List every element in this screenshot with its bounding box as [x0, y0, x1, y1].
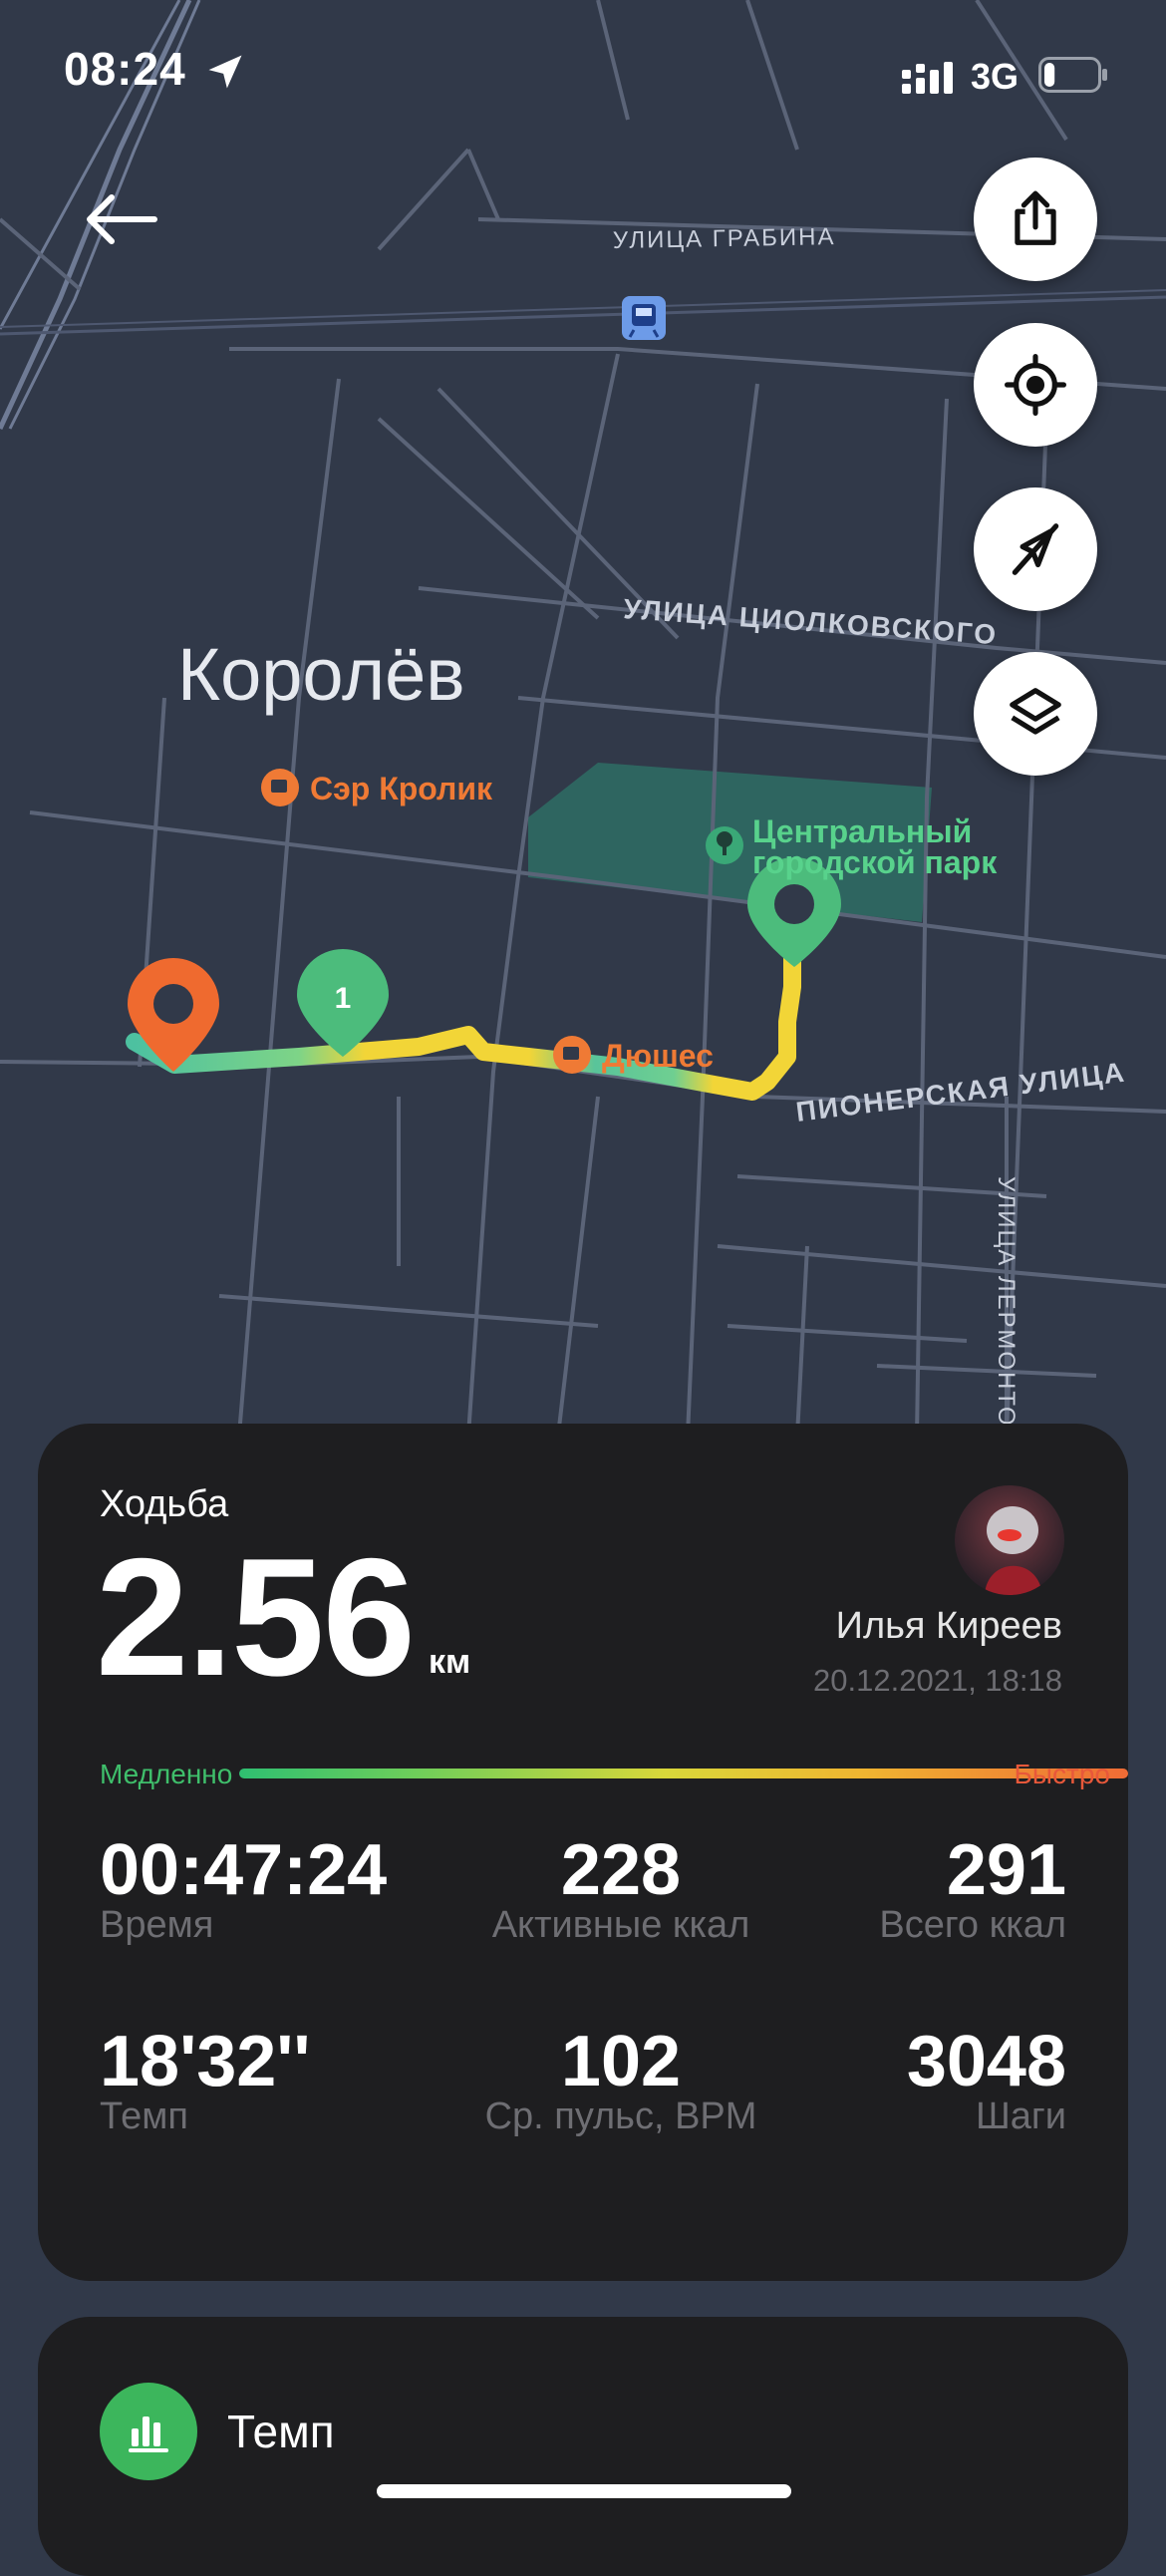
- stat-time-label: Время: [100, 1904, 214, 1946]
- poi-label: Дюшес: [602, 1038, 714, 1074]
- speed-fast-label: Быстро: [1014, 1759, 1110, 1789]
- avatar[interactable]: [955, 1485, 1064, 1595]
- activity-type: Ходьба: [100, 1483, 229, 1525]
- stat-total-kcal-label: Всего ккал: [879, 1904, 1066, 1946]
- share-button[interactable]: [974, 158, 1097, 281]
- status-time: 08:24: [64, 43, 186, 95]
- workout-date: 20.12.2021, 18:18: [813, 1663, 1062, 1698]
- crosshair-icon: [1005, 354, 1066, 416]
- street-label: УЛИЦА ГРАБИНА: [613, 223, 836, 254]
- stat-active-kcal-label: Активные ккал: [491, 1904, 750, 1946]
- share-icon: [1015, 190, 1056, 245]
- pace-section-title: Темп: [227, 2406, 335, 2457]
- speed-legend-bar: [239, 1769, 1128, 1778]
- workout-summary-card: Ходьба 2.56 км Илья Киреев 20.12.2021, 1…: [38, 1424, 1128, 2281]
- home-indicator[interactable]: [377, 2484, 791, 2498]
- pace-section-card[interactable]: Темп: [38, 2317, 1128, 2576]
- signal-icon: [902, 62, 953, 94]
- svg-text:1: 1: [335, 982, 352, 1015]
- cafe-icon: [261, 769, 299, 806]
- status-bar: 08:24 3G: [0, 0, 1166, 150]
- battery-icon: [1038, 57, 1107, 93]
- cafe-icon: [553, 1036, 591, 1074]
- bar-chart-icon: [100, 2383, 197, 2480]
- stat-total-kcal-value: 291: [946, 1830, 1066, 1910]
- city-label: Королёв: [177, 633, 465, 716]
- street-label: УЛИЦА ЛЕРМОНТО: [993, 1176, 1020, 1428]
- stat-steps-label: Шаги: [975, 2095, 1066, 2137]
- park-icon: [706, 826, 743, 864]
- stat-heart-rate-value: 102: [560, 2022, 682, 2101]
- speed-slow-label: Медленно: [100, 1759, 233, 1789]
- locate-button[interactable]: [974, 323, 1097, 447]
- stat-heart-rate-label: Ср. пульс, BPM: [484, 2095, 757, 2137]
- stat-pace-label: Темп: [100, 2095, 188, 2137]
- distance-value: 2.56: [96, 1523, 416, 1711]
- layers-icon: [1010, 688, 1061, 735]
- poi-label: Сэр Кролик: [310, 771, 493, 806]
- user-name: Илья Киреев: [835, 1605, 1062, 1647]
- stat-pace-value: 18'32'': [100, 2022, 311, 2101]
- train-station-icon[interactable]: [622, 296, 666, 340]
- network-type: 3G: [971, 56, 1020, 97]
- route-hidden-icon: [1012, 523, 1059, 575]
- stat-steps-value: 3048: [906, 2022, 1066, 2101]
- stat-active-kcal-value: 228: [560, 1830, 682, 1910]
- hide-route-button[interactable]: [974, 487, 1097, 611]
- poi-label: городской парк: [752, 844, 998, 880]
- location-arrow-icon: [208, 55, 242, 89]
- stat-time-value: 00:47:24: [100, 1830, 388, 1910]
- distance-unit: км: [429, 1643, 471, 1681]
- layers-button[interactable]: [974, 652, 1097, 776]
- back-arrow-icon[interactable]: [80, 189, 159, 249]
